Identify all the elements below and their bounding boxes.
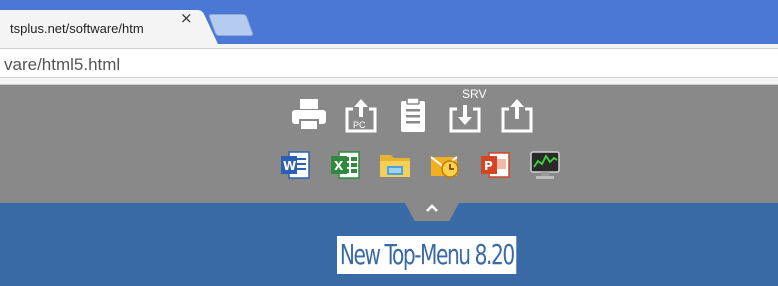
- collapse-menu-button[interactable]: [405, 203, 459, 221]
- app-row: W X P: [270, 145, 570, 185]
- browser-toolbar: vare/html5.html: [0, 44, 778, 85]
- address-text: vare/html5.html: [4, 55, 121, 74]
- clipboard-icon[interactable]: [387, 95, 439, 135]
- tool-row: PC: [283, 95, 543, 135]
- file-explorer-icon[interactable]: [370, 145, 420, 185]
- address-bar[interactable]: vare/html5.html: [0, 48, 778, 78]
- excel-icon[interactable]: X: [320, 145, 370, 185]
- upload-icon[interactable]: [491, 95, 543, 135]
- page-content: SRV PC W X P New Top-Menu 8.20: [0, 85, 778, 286]
- page-caption: New Top-Menu 8.20: [337, 236, 517, 274]
- tab-title: tsplus.net/software/htm: [10, 21, 144, 36]
- svg-text:X: X: [334, 159, 344, 173]
- upload-pc-icon[interactable]: PC: [335, 95, 387, 135]
- powerpoint-icon[interactable]: P: [470, 145, 520, 185]
- svg-text:PC: PC: [353, 120, 366, 130]
- word-icon[interactable]: W: [270, 145, 320, 185]
- download-server-icon[interactable]: [439, 95, 491, 135]
- browser-tab[interactable]: tsplus.net/software/htm: [0, 10, 200, 44]
- outlook-icon[interactable]: [420, 145, 470, 185]
- top-menu: SRV PC W X P: [0, 85, 778, 203]
- tab-strip: tsplus.net/software/htm ×: [0, 0, 778, 44]
- print-icon[interactable]: [283, 95, 335, 135]
- task-manager-icon[interactable]: [520, 145, 570, 185]
- new-tab-button[interactable]: [207, 14, 255, 36]
- svg-text:P: P: [484, 159, 493, 173]
- chevron-up-icon: [426, 204, 438, 212]
- svg-text:W: W: [283, 159, 296, 173]
- tab-close-icon[interactable]: ×: [180, 9, 193, 27]
